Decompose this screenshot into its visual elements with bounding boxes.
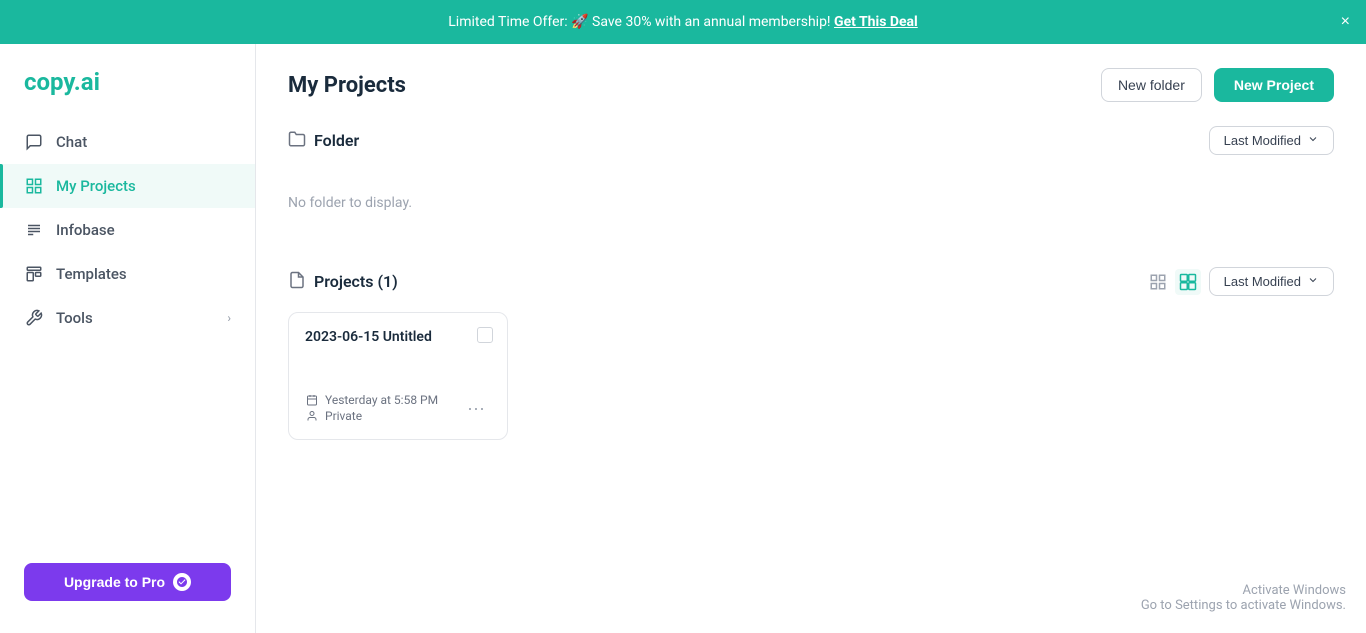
project-card-footer: Yesterday at 5:58 PM Private ··· [305, 393, 491, 423]
projects-title-text: Projects (1) [314, 272, 398, 291]
project-card-title: 2023-06-15 Untitled [305, 329, 491, 345]
project-more-button[interactable]: ··· [461, 396, 491, 421]
sidebar: copy.ai Chat My Projects Infobase [0, 44, 256, 633]
folder-empty-message: No folder to display. [288, 171, 1334, 235]
page-header: My Projects New folder New Project [288, 68, 1334, 102]
upgrade-button[interactable]: Upgrade to Pro [24, 563, 231, 601]
view-toggle [1145, 269, 1201, 295]
lock-icon [305, 409, 319, 423]
project-card-checkbox[interactable] [477, 327, 493, 343]
logo-part1: copy. [24, 68, 81, 96]
banner-text: Limited Time Offer: 🚀 Save 30% with an a… [448, 14, 830, 30]
project-visibility: Private [325, 409, 362, 423]
projects-icon [288, 271, 306, 293]
templates-icon [24, 264, 44, 284]
promo-banner: Limited Time Offer: 🚀 Save 30% with an a… [0, 0, 1366, 44]
logo: copy.ai [0, 60, 255, 120]
projects-sort-chevron-icon [1307, 274, 1319, 289]
folder-section-title: Folder [288, 130, 359, 152]
projects-sort-button[interactable]: Last Modified [1209, 267, 1334, 296]
new-folder-button[interactable]: New folder [1101, 68, 1202, 102]
logo-text: copy.ai [24, 68, 100, 96]
infobase-icon [24, 220, 44, 240]
tools-icon [24, 308, 44, 328]
upgrade-check-icon [173, 573, 191, 591]
header-actions: New folder New Project [1101, 68, 1334, 102]
projects-section: Projects (1) Last Modified [288, 267, 1334, 440]
sidebar-item-templates-label: Templates [56, 265, 127, 283]
folder-title-text: Folder [314, 131, 359, 150]
folder-section: Folder Last Modified No folder to displa… [288, 126, 1334, 235]
banner-close-button[interactable]: × [1341, 13, 1350, 31]
folder-sort-label: Last Modified [1224, 133, 1301, 148]
upgrade-button-label: Upgrade to Pro [64, 574, 165, 590]
tools-chevron-icon: › [227, 311, 231, 325]
sidebar-item-chat[interactable]: Chat [0, 120, 255, 164]
folder-sort-button[interactable]: Last Modified [1209, 126, 1334, 155]
projects-grid: 2023-06-15 Untitled Yesterday at 5:58 PM [288, 312, 1334, 440]
sidebar-bottom: Upgrade to Pro [0, 547, 255, 617]
folder-section-header: Folder Last Modified [288, 126, 1334, 155]
folder-sort-chevron-icon [1307, 133, 1319, 148]
projects-icon [24, 176, 44, 196]
project-meta: Yesterday at 5:58 PM Private [305, 393, 438, 423]
sidebar-item-my-projects[interactable]: My Projects [0, 164, 255, 208]
main-content: My Projects New folder New Project Folde… [256, 44, 1366, 633]
sidebar-item-tools-label: Tools [56, 309, 93, 327]
project-date-item: Yesterday at 5:58 PM [305, 393, 438, 407]
new-project-button[interactable]: New Project [1214, 68, 1334, 102]
folder-icon [288, 130, 306, 152]
project-visibility-item: Private [305, 409, 438, 423]
sidebar-item-chat-label: Chat [56, 133, 87, 151]
projects-sort-label: Last Modified [1224, 274, 1301, 289]
banner-cta-link[interactable]: Get This Deal [834, 14, 918, 30]
sidebar-item-templates[interactable]: Templates [0, 252, 255, 296]
projects-controls: Last Modified [1145, 267, 1334, 296]
projects-section-title: Projects (1) [288, 271, 398, 293]
sidebar-item-my-projects-label: My Projects [56, 177, 136, 195]
sidebar-item-infobase[interactable]: Infobase [0, 208, 255, 252]
page-title: My Projects [288, 73, 406, 98]
calendar-icon [305, 393, 319, 407]
sidebar-item-tools[interactable]: Tools › [0, 296, 255, 340]
project-date: Yesterday at 5:58 PM [325, 393, 438, 407]
sidebar-item-infobase-label: Infobase [56, 221, 115, 239]
chat-icon [24, 132, 44, 152]
logo-part2: ai [81, 68, 100, 96]
active-indicator [0, 164, 3, 208]
app-layout: copy.ai Chat My Projects Infobase [0, 44, 1366, 633]
projects-section-header: Projects (1) Last Modified [288, 267, 1334, 296]
grid-view-button[interactable] [1175, 269, 1201, 295]
table-row[interactable]: 2023-06-15 Untitled Yesterday at 5:58 PM [288, 312, 508, 440]
list-view-button[interactable] [1145, 269, 1171, 295]
